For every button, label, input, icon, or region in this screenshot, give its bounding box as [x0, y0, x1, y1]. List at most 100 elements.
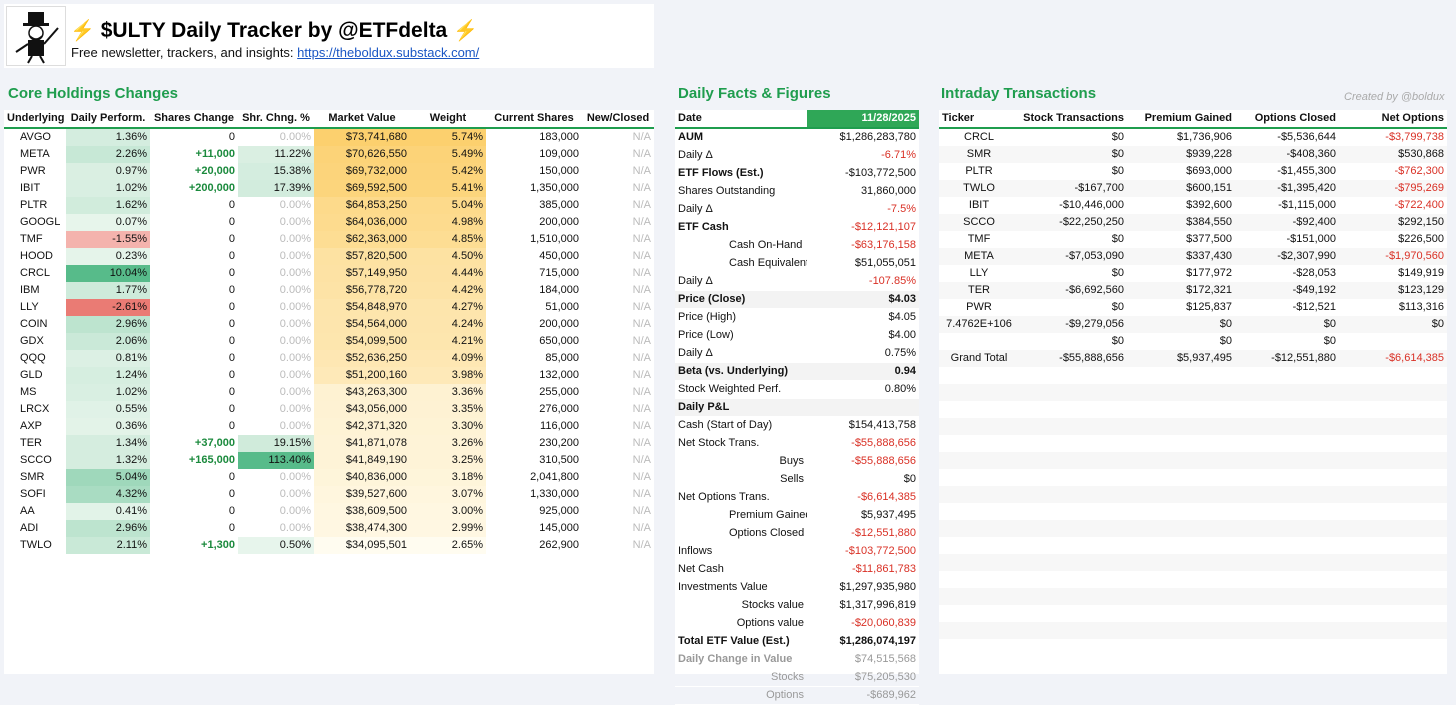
table-row: LLY -2.61% 0 0.00% $54,848,970 4.27% 51,000 N/A — [4, 299, 654, 316]
facts-row: Sells $0 — [675, 470, 919, 489]
weight-cell: 3.36% — [410, 384, 486, 401]
facts-row: Net Cash -$11,861,783 — [675, 560, 919, 579]
empty-cell — [1127, 588, 1235, 605]
empty-row — [939, 503, 1447, 520]
weight-cell: 4.85% — [410, 231, 486, 248]
facts-value: -7.5% — [807, 200, 919, 219]
options-closed-cell: -$92,400 — [1235, 214, 1339, 231]
core-holdings-table: Underlying Daily Perform. Shares Change Shr… — [4, 110, 654, 554]
facts-value: $5,937,495 — [807, 506, 919, 525]
stock-trans-cell: -$55,888,656 — [1019, 350, 1127, 367]
facts-title: Daily Facts & Figures — [678, 85, 831, 102]
current-shares-cell: 230,200 — [539, 437, 579, 449]
empty-cell — [1127, 622, 1235, 639]
empty-row — [939, 520, 1447, 537]
weight-cell: 4.21% — [410, 333, 486, 350]
weight-cell: 3.26% — [410, 435, 486, 452]
empty-cell — [1019, 605, 1127, 622]
facts-label: Options Closed — [675, 524, 807, 543]
facts-value: -6.71% — [807, 146, 919, 165]
new-closed-cell: N/A — [632, 369, 651, 381]
net-options-cell: $149,919 — [1398, 267, 1444, 279]
facts-row: Options -$689,962 — [675, 686, 919, 705]
table-row: TER 1.34% +37,000 19.15% $41,871,078 3.26% 230… — [4, 435, 654, 452]
market-value-cell: $64,036,000 — [314, 214, 410, 231]
table-row: AVGO 1.36% 0 0.00% $73,741,680 5.74% 183,000 N/… — [4, 128, 654, 146]
ticker-cell: SCCO — [20, 454, 52, 466]
weight-cell: 4.09% — [410, 350, 486, 367]
facts-value: 0.75% — [807, 344, 919, 363]
header: ⚡ $ULTY Daily Tracker by @ETFdelta ⚡ Fre… — [4, 4, 654, 68]
facts-label: ETF Cash — [675, 218, 807, 237]
empty-cell — [1339, 384, 1447, 401]
new-closed-cell: N/A — [632, 318, 651, 330]
weight-cell: 4.42% — [410, 282, 486, 299]
facts-row: Cash (Start of Day) $154,413,758 — [675, 416, 919, 435]
shr-chng-pct-cell: 0.00% — [279, 386, 311, 398]
facts-row: Total ETF Value (Est.) $1,286,074,197 — [675, 632, 919, 651]
premium-gained-cell: $1,736,906 — [1176, 131, 1232, 143]
market-value-cell: $43,263,300 — [314, 384, 410, 401]
new-closed-cell: N/A — [632, 284, 651, 296]
empty-cell — [939, 418, 1019, 435]
shr-chng-pct-cell: 0.00% — [279, 216, 311, 228]
stock-trans-cell: -$22,250,250 — [1019, 214, 1127, 231]
empty-cell — [939, 537, 1019, 554]
daily-perf-cell: -2.61% — [66, 299, 150, 316]
column-header: Stock Transactions — [1019, 110, 1127, 129]
substack-link[interactable]: https://theboldux.substack.com/ — [297, 45, 479, 60]
column-header: Shr. Chng. % — [238, 110, 314, 129]
net-options-cell — [1339, 333, 1447, 350]
facts-value: $4.00 — [807, 326, 919, 345]
empty-cell — [1019, 537, 1127, 554]
facts-label: Price (High) — [675, 308, 807, 327]
facts-label: Daily Δ — [675, 272, 807, 291]
table-row: AXP 0.36% 0 0.00% $42,371,320 3.30% 116,000 N/A — [4, 418, 654, 435]
empty-cell — [1019, 367, 1127, 384]
facts-value: -$6,614,385 — [807, 488, 919, 507]
current-shares-cell: 385,000 — [539, 199, 579, 211]
daily-perf-cell: 1.62% — [66, 197, 150, 214]
empty-cell — [1019, 486, 1127, 503]
facts-label: Date — [675, 110, 807, 129]
shr-chng-pct-cell: 0.00% — [279, 352, 311, 364]
shr-chng-pct-cell: 0.00% — [279, 233, 311, 245]
net-options-cell: -$6,614,385 — [1339, 350, 1447, 367]
empty-cell — [1235, 639, 1339, 656]
daily-perf-cell: 0.36% — [66, 418, 150, 435]
facts-row: Price (Close) $4.03 — [675, 290, 919, 309]
empty-cell — [1019, 469, 1127, 486]
ticker-cell: PWR — [20, 165, 46, 177]
market-value-cell: $51,200,160 — [314, 367, 410, 384]
column-header: Current Shares — [486, 110, 582, 129]
empty-cell — [1235, 452, 1339, 469]
shr-chng-pct-cell: 0.00% — [279, 471, 311, 483]
facts-label: Price (Close) — [675, 290, 807, 309]
empty-cell — [1127, 571, 1235, 588]
shr-chng-pct-cell: 0.00% — [279, 267, 311, 279]
premium-gained-cell: $693,000 — [1186, 165, 1232, 177]
new-closed-cell: N/A — [632, 250, 651, 262]
shares-change-cell: +37,000 — [194, 437, 235, 449]
net-options-cell: $0 — [1339, 316, 1447, 333]
table-row: SOFI 4.32% 0 0.00% $39,527,600 3.07% 1,330,000… — [4, 486, 654, 503]
stock-trans-cell: $0 — [1111, 131, 1124, 143]
market-value-cell: $38,609,500 — [314, 503, 410, 520]
table-row: GDX 2.06% 0 0.00% $54,099,500 4.21% 650,000 N/A — [4, 333, 654, 350]
shares-change-cell: 0 — [228, 369, 235, 381]
empty-cell — [1235, 367, 1339, 384]
premium-gained-cell: $5,937,495 — [1127, 350, 1235, 367]
options-closed-cell: -$12,521 — [1292, 301, 1336, 313]
empty-cell — [939, 605, 1019, 622]
daily-perf-cell: 0.81% — [66, 350, 150, 367]
shr-chng-pct-cell: 113.40% — [238, 452, 314, 469]
column-header: Weight — [410, 110, 486, 129]
ticker-cell: AXP — [20, 420, 43, 432]
empty-cell — [1235, 418, 1339, 435]
ticker-cell — [939, 333, 1019, 350]
ticker-cell: HOOD — [20, 250, 53, 262]
premium-gained-cell: $939,228 — [1127, 146, 1235, 163]
table-row: PLTR 1.62% 0 0.00% $64,853,250 5.04% 385,000 N/… — [4, 197, 654, 214]
stock-trans-cell: $0 — [1111, 267, 1124, 279]
new-closed-cell: N/A — [632, 148, 651, 160]
